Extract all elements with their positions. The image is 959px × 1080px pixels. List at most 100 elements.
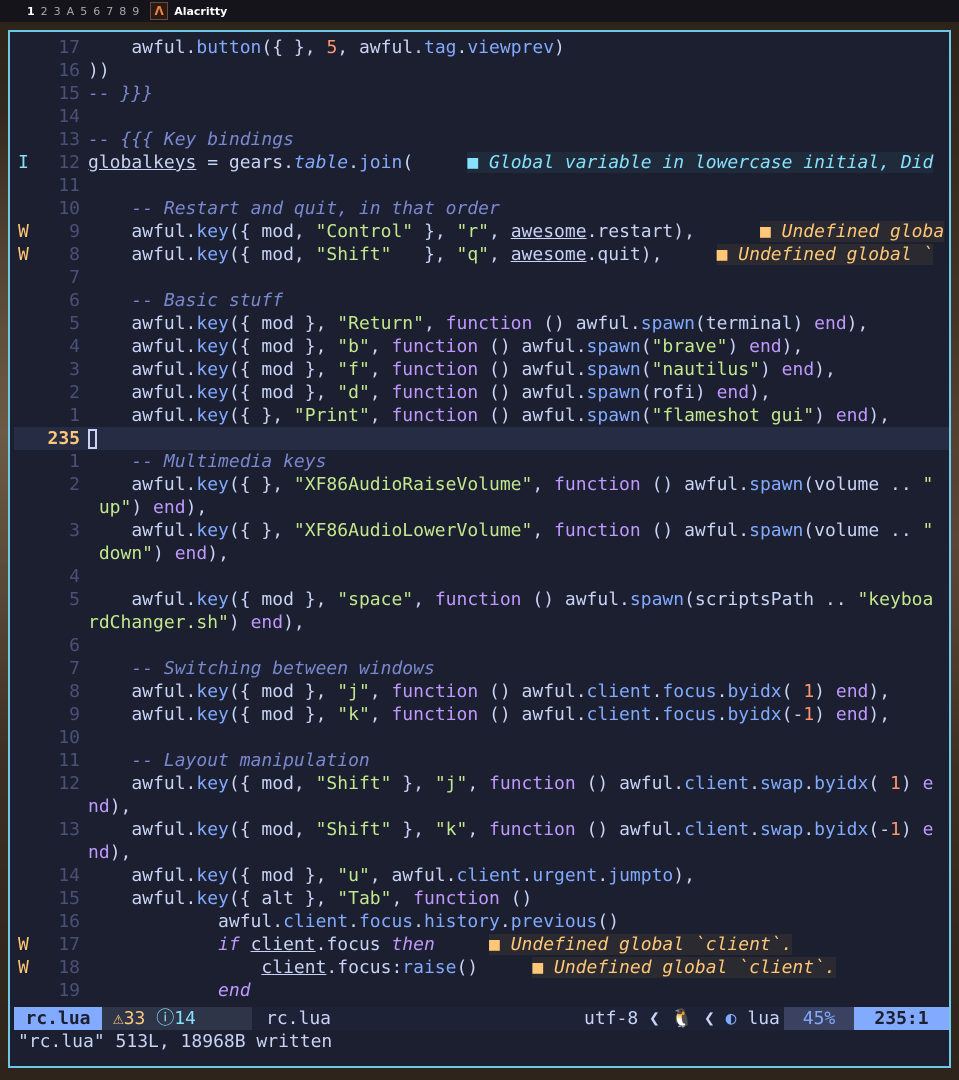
code-line[interactable]: 7 — [14, 266, 949, 289]
code-line[interactable]: 1 awful.key({ }, "Print", function () aw… — [14, 404, 949, 427]
code-text[interactable]: awful.key({ mod }, "b", function () awfu… — [88, 335, 803, 358]
code-line[interactable]: 7 -- Switching between windows — [14, 657, 949, 680]
cursor-position: 235:1 — [854, 1007, 949, 1030]
code-line[interactable]: 12 awful.key({ mod, "Shift" }, "j", func… — [14, 772, 949, 795]
code-text[interactable]: awful.key({ mod }, "Return", function ()… — [88, 312, 868, 335]
diagnostic-sign: W — [18, 244, 29, 265]
workspace-tag-3[interactable]: 3 — [51, 5, 64, 18]
code-line[interactable]: 10 — [14, 726, 949, 749]
code-editor[interactable]: 1 7 awful.button({ }, 5, awful.tag.viewpr… — [14, 36, 949, 1006]
code-text[interactable]: awful.key({ mod, "Shift" }, "k", functio… — [88, 818, 933, 841]
code-line[interactable]: 17 awful.button({ }, 5, awful.tag.viewpr… — [14, 36, 949, 59]
code-text[interactable]: if client.focus then ■ Undefined global … — [88, 933, 793, 956]
code-line[interactable]: 6 -- Basic stuff — [14, 289, 949, 312]
code-line[interactable]: 13 awful.key({ mod, "Shift" }, "k", func… — [14, 818, 949, 841]
code-text[interactable]: awful.key({ mod }, "j", function () awfu… — [88, 680, 890, 703]
line-number: 6 — [69, 635, 80, 656]
code-line[interactable]: up") end), — [14, 496, 949, 519]
code-line[interactable]: 4 awful.key({ mod }, "b", function () aw… — [14, 335, 949, 358]
code-text[interactable]: -- Basic stuff — [88, 289, 283, 312]
code-line[interactable]: 14 awful.key({ mod }, "u", awful.client.… — [14, 864, 949, 887]
code-line[interactable]: 11 — [14, 174, 949, 197]
code-line[interactable]: 11 -- Layout manipulation — [14, 749, 949, 772]
code-text[interactable]: -- }}} — [88, 82, 153, 105]
code-line[interactable]: 16)) — [14, 59, 949, 82]
code-text[interactable]: awful.key({ }, "XF86AudioLowerVolume", f… — [88, 519, 933, 542]
code-text[interactable]: end — [88, 979, 251, 1002]
code-line[interactable]: 5 awful.key({ mod }, "Return", function … — [14, 312, 949, 335]
code-line[interactable]: 9 awful.key({ mod }, "k", function () aw… — [14, 703, 949, 726]
code-line[interactable]: 19 end — [14, 979, 949, 1002]
code-line[interactable]: W 8 awful.key({ mod, "Shift" }, "q", awes… — [14, 243, 949, 266]
code-text[interactable]: rdChanger.sh") end), — [88, 611, 305, 634]
code-text[interactable]: client.focus:raise() ■ Undefined global … — [88, 956, 836, 979]
code-text[interactable]: awful.key({ mod }, "u", awful.client.urg… — [88, 864, 695, 887]
code-line[interactable]: 8 awful.key({ mod }, "j", function () aw… — [14, 680, 949, 703]
terminal-window[interactable]: 1 7 awful.button({ }, 5, awful.tag.viewpr… — [8, 30, 951, 1068]
code-line[interactable]: 14 — [14, 105, 949, 128]
code-line[interactable]: 2 awful.key({ }, "XF86AudioRaiseVolume",… — [14, 473, 949, 496]
code-line[interactable]: 235 — [14, 427, 949, 450]
workspace-tag-8[interactable]: 8 — [116, 5, 129, 18]
code-line[interactable]: 5 awful.key({ mod }, "space", function (… — [14, 588, 949, 611]
code-text[interactable]: awful.key({ mod, "Control" }, "r", aweso… — [88, 220, 945, 243]
code-text[interactable]: awful.key({ alt }, "Tab", function () — [88, 887, 532, 910]
workspace-tag-5[interactable]: 5 — [77, 5, 90, 18]
code-line[interactable]: 15 awful.key({ alt }, "Tab", function () — [14, 887, 949, 910]
code-text[interactable]: awful.key({ mod }, "f", function () awfu… — [88, 358, 836, 381]
workspace-tag-7[interactable]: 7 — [103, 5, 116, 18]
code-line[interactable]: down") end), — [14, 542, 949, 565]
line-number: 11 — [58, 175, 80, 196]
code-line[interactable]: rdChanger.sh") end), — [14, 611, 949, 634]
workspace-tag-2[interactable]: 2 — [38, 5, 51, 18]
line-number: 16 — [58, 911, 80, 932]
code-text[interactable]: )) — [88, 59, 110, 82]
code-text[interactable]: down") end), — [88, 542, 229, 565]
code-line[interactable]: 2 awful.key({ mod }, "d", function () aw… — [14, 381, 949, 404]
code-text[interactable]: -- Restart and quit, in that order — [88, 197, 499, 220]
workspace-tag-9[interactable]: 9 — [129, 5, 142, 18]
code-line[interactable]: 3 awful.key({ }, "XF86AudioLowerVolume",… — [14, 519, 949, 542]
code-text[interactable]: awful.button({ }, 5, awful.tag.viewprev) — [88, 36, 565, 59]
workspace-tag-6[interactable]: 6 — [90, 5, 103, 18]
code-text[interactable] — [88, 427, 97, 450]
code-line[interactable]: 3 awful.key({ mod }, "f", function () aw… — [14, 358, 949, 381]
code-line[interactable]: nd), — [14, 841, 949, 864]
line-number: 4 — [69, 336, 80, 357]
code-text[interactable]: -- Switching between windows — [88, 657, 434, 680]
code-text[interactable]: awful.key({ mod }, "d", function () awfu… — [88, 381, 770, 404]
code-text[interactable]: awful.key({ }, "Print", function () awfu… — [88, 404, 890, 427]
code-line[interactable]: 15 -- }}} — [14, 82, 949, 105]
statusline-diagnostics: ⚠33 ⓘ14 — [102, 1007, 252, 1030]
code-text[interactable]: awful.key({ mod, "Shift" }, "j", functio… — [88, 772, 933, 795]
code-line[interactable]: 4 — [14, 565, 949, 588]
code-line[interactable]: 10 -- Restart and quit, in that order — [14, 197, 949, 220]
code-text[interactable]: up") end), — [88, 496, 207, 519]
code-line[interactable]: nd), — [14, 795, 949, 818]
code-text[interactable]: awful.key({ mod }, "space", function () … — [88, 588, 933, 611]
code-line[interactable]: 16 awful.client.focus.history.previous() — [14, 910, 949, 933]
window-title: Alacritty — [174, 4, 228, 18]
code-text[interactable]: awful.key({ mod }, "k", function () awfu… — [88, 703, 890, 726]
code-text[interactable]: -- {{{ Key bindings — [88, 128, 294, 151]
code-text[interactable]: awful.key({ }, "XF86AudioRaiseVolume", f… — [88, 473, 933, 496]
code-line[interactable]: W 17 if client.focus then ■ Undefined glo… — [14, 933, 949, 956]
code-text[interactable]: globalkeys = gears.table.join( ■ Global … — [88, 151, 934, 174]
code-line[interactable]: W 18 client.focus:raise() ■ Undefined glo… — [14, 956, 949, 979]
code-line[interactable]: 6 — [14, 634, 949, 657]
code-text[interactable]: -- Multimedia keys — [88, 450, 326, 473]
line-number: 14 — [58, 865, 80, 886]
code-line[interactable]: 13 -- {{{ Key bindings — [14, 128, 949, 151]
code-text[interactable]: awful.key({ mod, "Shift" }, "q", awesome… — [88, 243, 934, 266]
workspace-tag-A[interactable]: A — [64, 5, 78, 18]
code-text[interactable]: awful.client.focus.history.previous() — [88, 910, 619, 933]
code-line[interactable]: 1 -- Multimedia keys — [14, 450, 949, 473]
code-line[interactable]: I 12 globalkeys = gears.table.join( ■ Glob… — [14, 151, 949, 174]
code-line[interactable]: W 9 awful.key({ mod, "Control" }, "r", aw… — [14, 220, 949, 243]
line-number: 1 — [69, 405, 80, 426]
code-text[interactable]: nd), — [88, 841, 131, 864]
line-number: 13 — [58, 129, 80, 150]
code-text[interactable]: nd), — [88, 795, 131, 818]
workspace-tag-1[interactable]: 1 — [24, 5, 38, 18]
code-text[interactable]: -- Layout manipulation — [88, 749, 369, 772]
